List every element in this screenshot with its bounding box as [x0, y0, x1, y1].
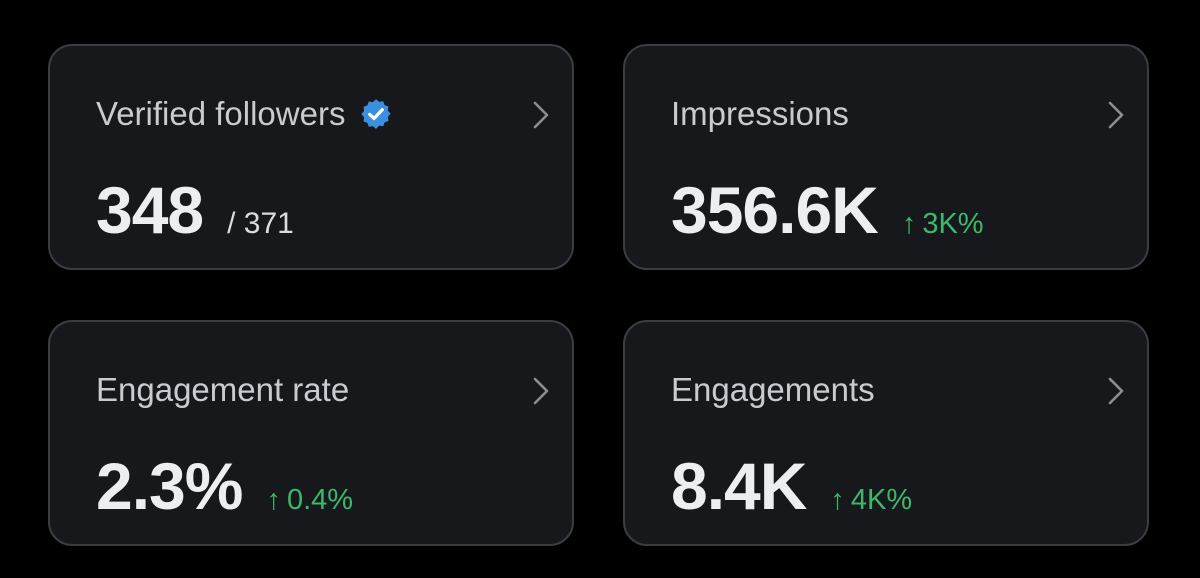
- metric-change: ↑ 4K%: [830, 484, 912, 517]
- arrow-up-icon: ↑: [266, 484, 281, 516]
- verified-followers-card[interactable]: Verified followers 348 / 371: [48, 44, 574, 270]
- value-row: 8.4K ↑ 4K%: [671, 448, 912, 524]
- impressions-card[interactable]: Impressions 356.6K ↑ 3K%: [623, 44, 1149, 270]
- chevron-right-icon: [533, 101, 549, 129]
- verified-badge-icon: [361, 99, 392, 129]
- metric-total: / 371: [227, 207, 294, 240]
- metric-value: 8.4K: [671, 449, 807, 523]
- card-title-wrapper: Impressions: [671, 94, 849, 134]
- metric-value: 348: [96, 173, 204, 247]
- card-title-wrapper: Engagements: [671, 370, 875, 410]
- change-value: 0.4%: [286, 484, 354, 516]
- chevron-right-icon: [1108, 101, 1124, 129]
- metric-change: ↑ 0.4%: [266, 484, 353, 517]
- metric-value: 356.6K: [671, 173, 879, 247]
- metric-value: 2.3%: [96, 449, 243, 523]
- card-title-wrapper: Engagement rate: [96, 370, 349, 410]
- arrow-up-icon: ↑: [830, 484, 845, 516]
- value-row: 348 / 371: [96, 172, 294, 248]
- value-row: 2.3% ↑ 0.4%: [96, 448, 353, 524]
- card-title: Verified followers: [96, 95, 346, 132]
- card-title: Impressions: [671, 95, 849, 132]
- change-value: 4K%: [850, 484, 913, 516]
- metric-change: ↑ 3K%: [902, 208, 984, 241]
- chevron-right-icon: [1108, 377, 1124, 405]
- engagement-rate-card[interactable]: Engagement rate 2.3% ↑ 0.4%: [48, 320, 574, 546]
- card-title-wrapper: Verified followers: [96, 94, 393, 134]
- card-title: Engagements: [671, 371, 875, 408]
- card-title: Engagement rate: [96, 371, 350, 408]
- chevron-right-icon: [533, 377, 549, 405]
- change-value: 3K%: [922, 208, 984, 240]
- engagements-card[interactable]: Engagements 8.4K ↑ 4K%: [623, 320, 1149, 546]
- arrow-up-icon: ↑: [901, 208, 917, 240]
- value-row: 356.6K ↑ 3K%: [671, 172, 984, 248]
